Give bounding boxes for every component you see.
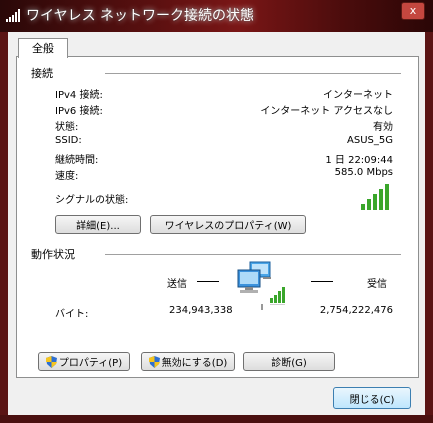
ipv6-label: IPv6 接続: xyxy=(55,106,103,117)
diagnose-button[interactable]: 診断(G) xyxy=(243,352,335,371)
duration-value: 1 日 22:09:44 xyxy=(325,155,393,166)
ssid-value: ASUS_5G xyxy=(347,135,393,146)
speed-value: 585.0 Mbps xyxy=(334,167,393,178)
speed-label: 速度: xyxy=(55,171,79,182)
ipv6-value: インターネット アクセスなし xyxy=(260,106,393,117)
received-bytes-value: 2,754,222,476 xyxy=(319,305,393,316)
activity-divider xyxy=(105,254,401,255)
window-title: ワイヤレス ネットワーク接続の状態 xyxy=(26,8,255,24)
state-value: 有効 xyxy=(373,122,393,133)
duration-label: 継続時間: xyxy=(55,155,99,166)
signal-bar xyxy=(361,204,365,210)
close-button[interactable]: 閉じる(C) xyxy=(333,387,411,409)
sent-label: 送信 xyxy=(167,279,187,290)
details-button[interactable]: 詳細(E)... xyxy=(55,215,141,234)
received-dash xyxy=(311,281,333,282)
connection-section-label: 接続 xyxy=(31,67,53,80)
uac-shield-icon xyxy=(148,355,160,368)
signal-bar xyxy=(373,194,377,210)
window-frame-left xyxy=(0,32,8,423)
tab-general[interactable]: 全般 xyxy=(18,38,68,58)
title-bar[interactable]: ワイヤレス ネットワーク接続の状態 x xyxy=(0,0,433,32)
ipv4-label: IPv4 接続: xyxy=(55,90,103,101)
signal-quality-label: シグナルの状態: xyxy=(55,195,129,206)
dialog-client-area: 全般 接続 IPv4 接続: インターネット IPv6 接続: インターネット … xyxy=(8,32,425,415)
wifi-signal-icon xyxy=(6,8,22,25)
signal-bar xyxy=(379,189,383,210)
disable-button-label: 無効にする(D) xyxy=(161,358,228,369)
ssid-label: SSID: xyxy=(55,135,82,146)
received-label: 受信 xyxy=(367,279,387,290)
connection-divider xyxy=(105,73,401,74)
sent-dash xyxy=(197,281,219,282)
disable-button[interactable]: 無効にする(D) xyxy=(141,352,235,371)
sent-bytes-value: 234,943,338 xyxy=(169,305,233,316)
window-frame-right xyxy=(425,32,433,423)
state-label: 状態: xyxy=(55,122,79,133)
bytes-label: バイト: xyxy=(55,309,89,320)
window-frame-bottom xyxy=(0,415,433,423)
activity-section-label: 動作状況 xyxy=(31,248,75,261)
tab-panel-general: 接続 IPv4 接続: インターネット IPv6 接続: インターネット アクセ… xyxy=(16,56,419,378)
network-computer-icon xyxy=(236,260,288,313)
window-close-button[interactable]: x xyxy=(401,2,425,20)
properties-button-label: プロパティ(P) xyxy=(58,358,123,369)
uac-shield-icon xyxy=(45,355,57,368)
properties-button[interactable]: プロパティ(P) xyxy=(38,352,130,371)
wireless-properties-button[interactable]: ワイヤレスのプロパティ(W) xyxy=(150,215,306,234)
signal-bar xyxy=(385,184,389,210)
signal-strength-icon xyxy=(361,184,389,210)
signal-bar xyxy=(367,199,371,210)
ipv4-value: インターネット xyxy=(323,90,393,101)
